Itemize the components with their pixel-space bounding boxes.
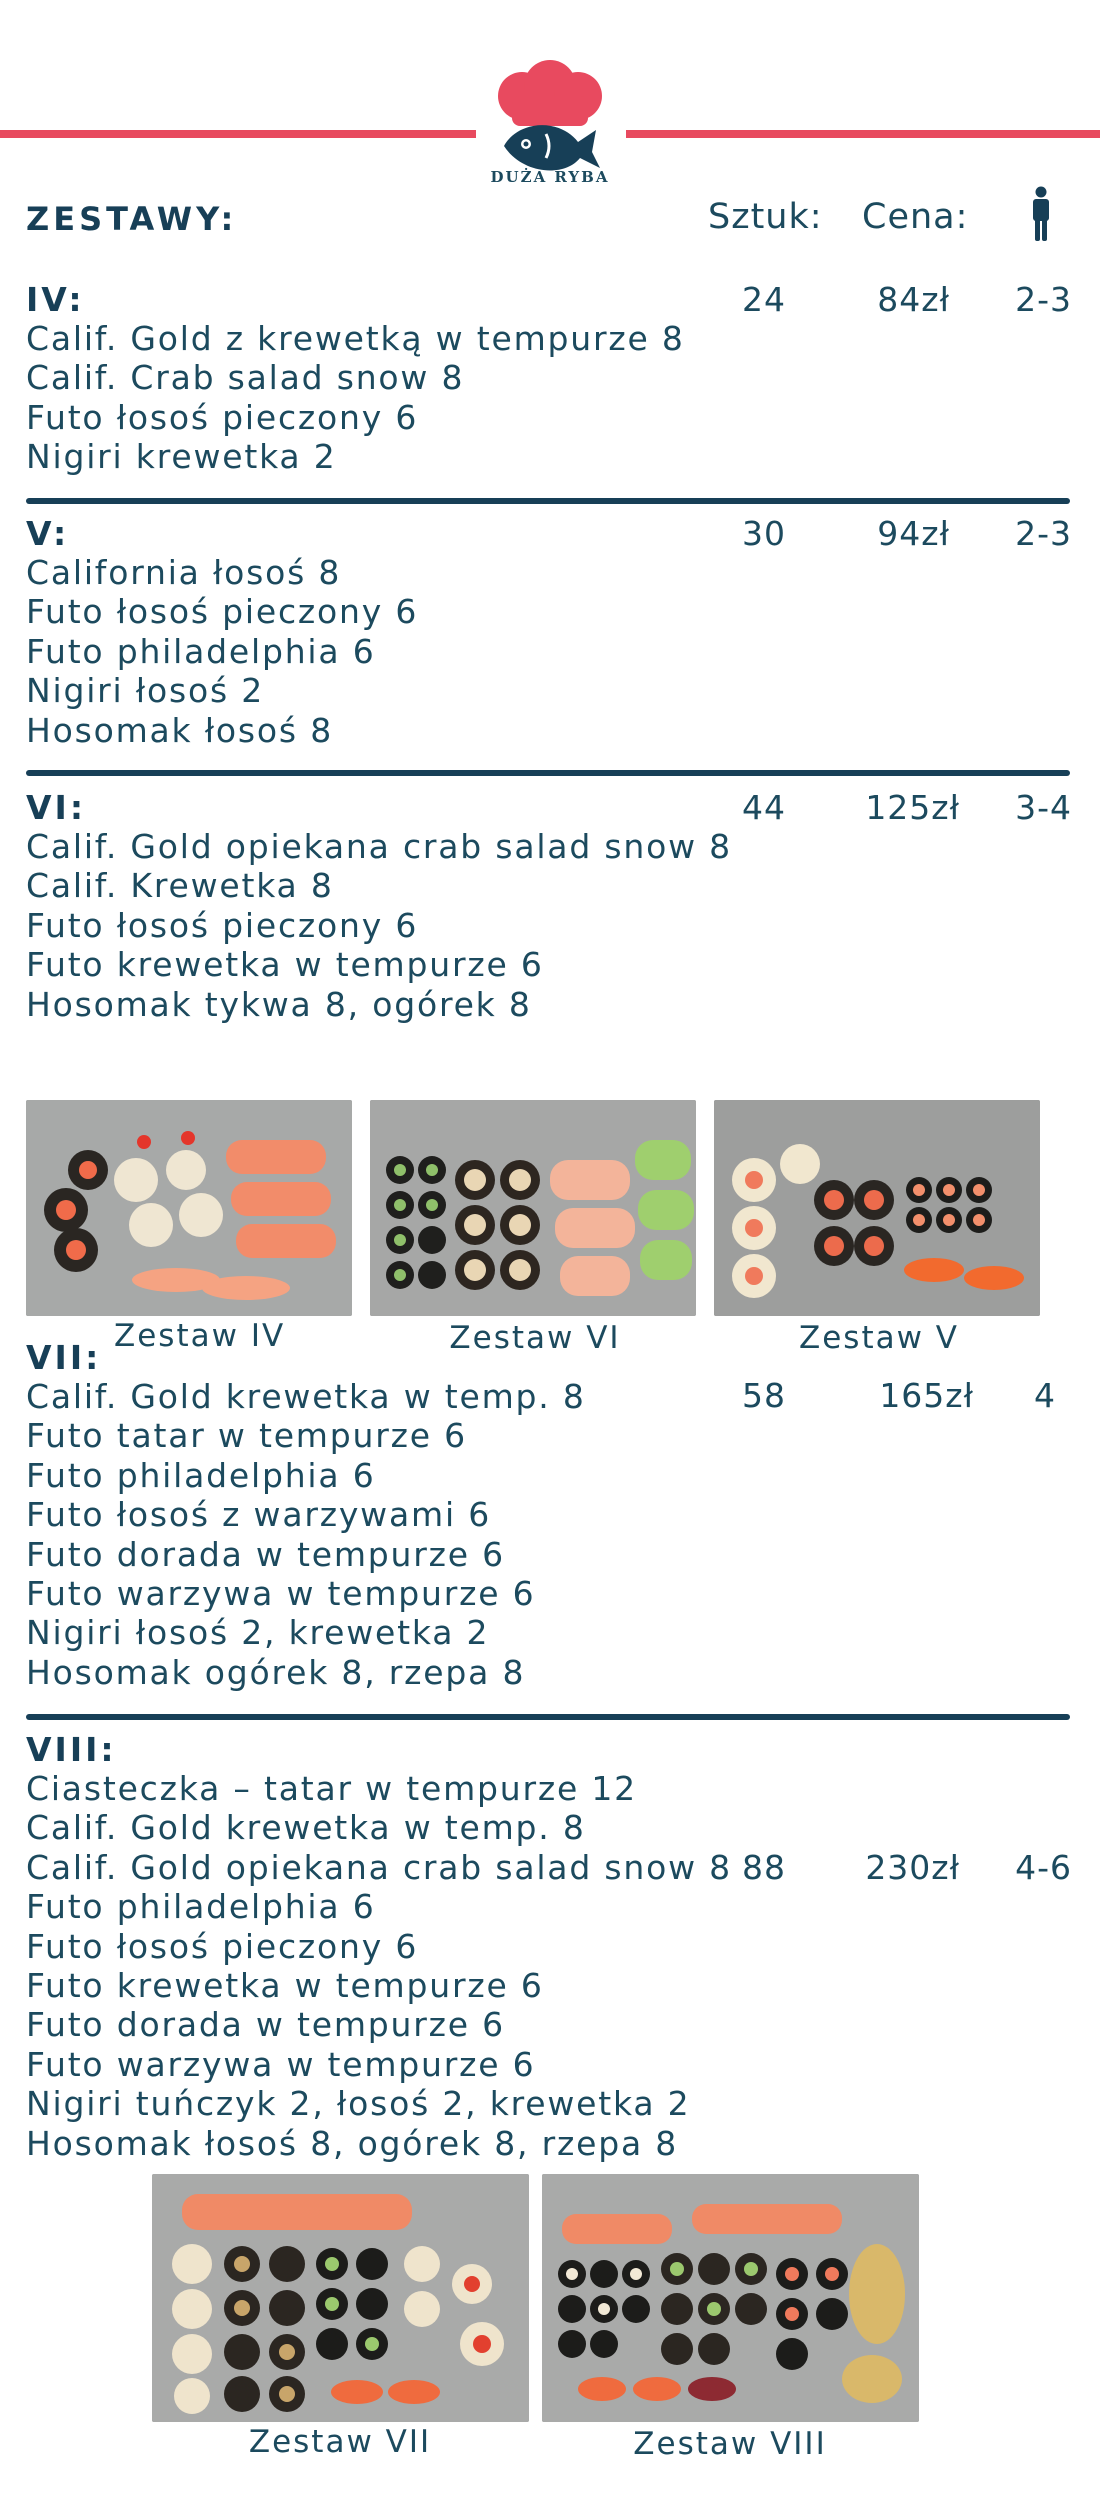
list-item: Futo łosoś pieczony 6 (26, 1926, 419, 1966)
page-title: ZESTAWY: (26, 200, 238, 238)
column-header-pieces: Sztuk: (708, 197, 823, 237)
set-viii-price: 230zł (865, 1848, 960, 1887)
list-item: Futo philadelphia 6 (26, 1887, 376, 1927)
set-v-persons: 2-3 (1015, 514, 1072, 553)
set-vi-persons: 3-4 (1015, 788, 1072, 827)
list-item: Calif. Gold krewetka w temp. 8 (26, 1808, 586, 1848)
set-vii-pieces: 58 (742, 1376, 786, 1415)
set-viii-persons: 4-6 (1015, 1848, 1072, 1887)
set-v-price: 94zł (877, 514, 950, 553)
set-vi-pieces: 44 (742, 788, 786, 827)
section-divider (26, 498, 1070, 504)
list-item: Calif. Krewetka 8 (26, 866, 334, 906)
header-divider-right (626, 130, 1100, 138)
list-item: Futo łosoś pieczony 6 (26, 905, 419, 945)
photo-zestaw-vi (370, 1100, 696, 1316)
person-icon (1030, 186, 1052, 242)
set-viii-items: Ciasteczka – tatar w tempurze 12 Calif. … (26, 1769, 732, 2163)
list-item: Hosomak łosoś 8, ogórek 8, rzepa 8 (26, 2123, 679, 2163)
set-vii-price: 165zł (879, 1376, 974, 1415)
list-item: Futo krewetka w tempurze 6 (26, 945, 544, 985)
set-iv-pieces: 24 (742, 280, 786, 319)
list-item: Futo warzywa w tempurze 6 (26, 1573, 536, 1613)
list-item: Futo philadelphia 6 (26, 631, 376, 671)
list-item: Futo tatar w tempurze 6 (26, 1416, 467, 1456)
section-divider (26, 770, 1070, 776)
list-item: Nigiri łosoś 2 (26, 671, 265, 711)
set-v-pieces: 30 (742, 514, 786, 553)
set-title-vi: VI: (26, 788, 87, 827)
set-vi-price: 125zł (865, 788, 960, 827)
set-title-v: V: (26, 514, 70, 553)
list-item: Futo dorada w tempurze 6 (26, 1534, 505, 1574)
list-item: Calif. Gold z krewetką w tempurze 8 (26, 319, 685, 358)
list-item: Calif. Gold opiekana crab salad snow 8 (26, 827, 732, 866)
list-item: Nigiri łosoś 2, krewetka 2 (26, 1613, 490, 1653)
photo-caption-viii: Zestaw VIII (633, 2426, 827, 2462)
list-item: Futo philadelphia 6 (26, 1455, 376, 1495)
section-divider (26, 1714, 1070, 1720)
list-item: Calif. Gold krewetka w temp. 8 (26, 1377, 586, 1416)
list-item: Nigiri tuńczyk 2, łosoś 2, krewetka 2 (26, 2084, 691, 2124)
list-item: Futo dorada w tempurze 6 (26, 2005, 505, 2045)
header-divider-left (0, 130, 476, 138)
list-item: Hosomak łosoś 8 (26, 710, 333, 750)
set-vi-items: Calif. Gold opiekana crab salad snow 8 C… (26, 827, 732, 1024)
list-item: Hosomak tykwa 8, ogórek 8 (26, 984, 532, 1024)
list-item: Calif. Crab salad snow 8 (26, 358, 465, 398)
set-title-viii: VIII: (26, 1730, 117, 1769)
photo-zestaw-vii (152, 2174, 529, 2422)
list-item: Ciasteczka – tatar w tempurze 12 (26, 1769, 637, 1808)
list-item: Nigiri krewetka 2 (26, 437, 337, 477)
photo-zestaw-v (714, 1100, 1040, 1316)
set-title-vii: VII: (26, 1338, 102, 1377)
list-item: Futo warzywa w tempurze 6 (26, 2044, 536, 2084)
set-v-items: California łosoś 8 Futo łosoś pieczony 6… (26, 553, 418, 750)
set-title-iv: IV: (26, 280, 85, 319)
set-iv-items: Calif. Gold z krewetką w tempurze 8 Cali… (26, 319, 685, 477)
column-header-price: Cena: (862, 197, 969, 237)
list-item: California łosoś 8 (26, 553, 342, 592)
photo-caption-v: Zestaw V (798, 1320, 960, 1356)
brand-name: DUŻA RYBA (490, 168, 610, 186)
set-iv-persons: 2-3 (1015, 280, 1072, 319)
list-item: Futo łosoś z warzywami 6 (26, 1495, 491, 1535)
photo-caption-vi: Zestaw VI (449, 1320, 621, 1356)
set-iv-price: 84zł (877, 280, 950, 319)
list-item: Hosomak ogórek 8, rzepa 8 (26, 1652, 526, 1692)
photo-zestaw-iv (26, 1100, 352, 1316)
list-item: Futo łosoś pieczony 6 (26, 592, 419, 632)
set-vii-persons: 4 (1034, 1376, 1056, 1415)
list-item: Futo łosoś pieczony 6 (26, 397, 419, 437)
list-item: Calif. Gold opiekana crab salad snow 8 (26, 1847, 732, 1887)
set-vii-items: Calif. Gold krewetka w temp. 8 Futo tata… (26, 1377, 586, 1692)
photo-caption-vii: Zestaw VII (248, 2424, 432, 2460)
photo-zestaw-viii (542, 2174, 919, 2422)
list-item: Futo krewetka w tempurze 6 (26, 1965, 544, 2005)
